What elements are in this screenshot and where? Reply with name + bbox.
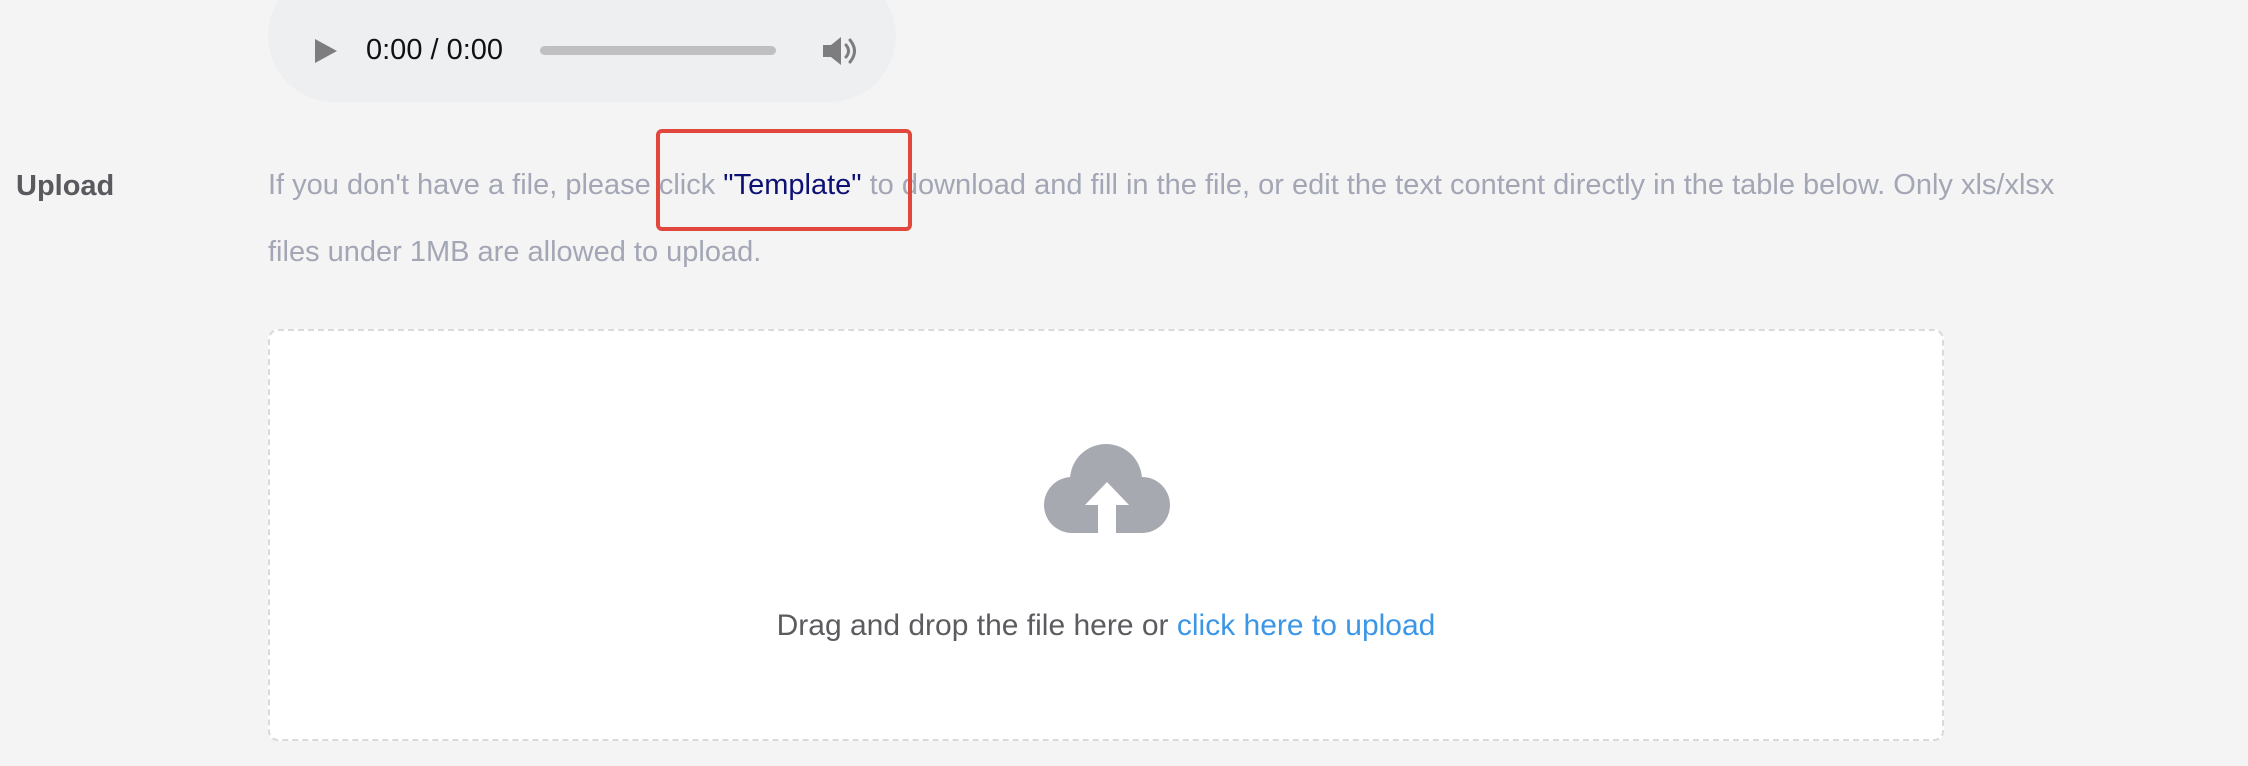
dropzone-text: Drag and drop the file here or click her… <box>270 606 1942 646</box>
audio-time: 0:00 / 0:00 <box>366 34 504 66</box>
volume-icon[interactable] <box>822 35 860 67</box>
upload-description: If you don't have a file, please click "… <box>268 152 2068 286</box>
cloud-upload-icon <box>1044 444 1170 538</box>
click-to-upload-link[interactable]: click here to upload <box>1177 609 1436 642</box>
play-icon[interactable] <box>312 38 338 64</box>
upload-label: Upload <box>16 170 115 202</box>
upload-dropzone[interactable]: Drag and drop the file here or click her… <box>268 329 1944 741</box>
upload-description-before: If you don't have a file, please click <box>268 169 724 201</box>
dropzone-instruction: Drag and drop the file here or <box>776 609 1177 642</box>
audio-progress-track[interactable] <box>540 46 776 55</box>
template-download-link[interactable]: "Template" <box>723 169 861 201</box>
